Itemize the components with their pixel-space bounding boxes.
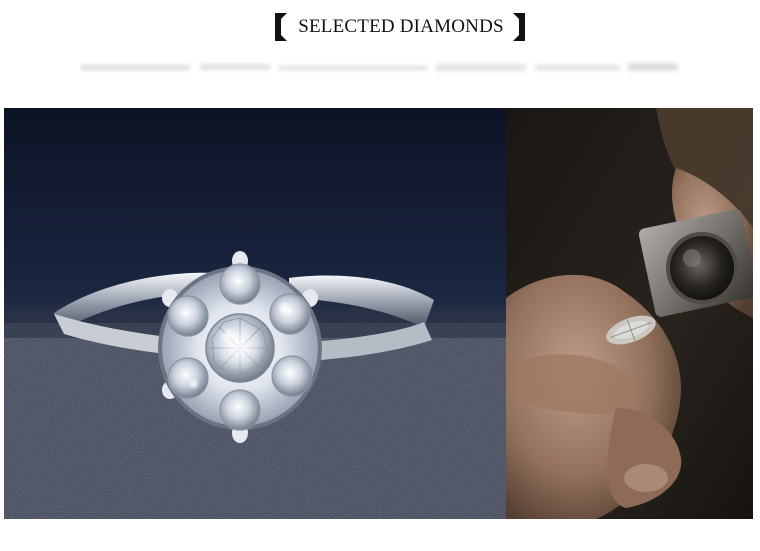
right-bracket-icon (512, 12, 528, 42)
section-title: SELECTED DIAMONDS (298, 16, 504, 37)
product-detail-section: SELECTED DIAMONDS (0, 0, 760, 551)
left-bracket-icon (272, 12, 288, 42)
jeweler-photo (506, 108, 753, 519)
ring-photo (4, 108, 506, 519)
photo-strip (4, 108, 753, 519)
section-heading: SELECTED DIAMONDS (0, 0, 760, 56)
faded-subtitle-decoration (80, 56, 680, 80)
